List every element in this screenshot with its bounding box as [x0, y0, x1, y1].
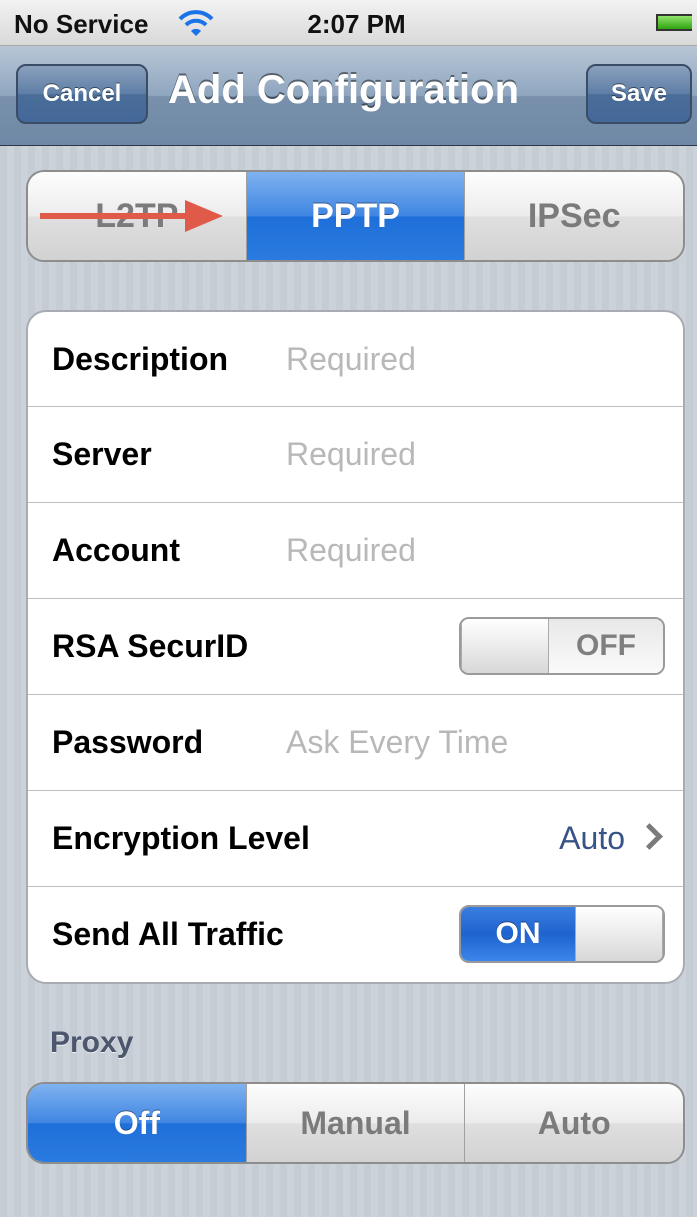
segment-proxy-off[interactable]: Off — [28, 1084, 246, 1162]
vpn-settings-table: Description Required Server Required Acc… — [26, 310, 685, 984]
description-field[interactable]: Required — [286, 312, 416, 406]
server-label: Server — [52, 436, 152, 472]
toggle-state-label: OFF — [549, 619, 663, 673]
save-button[interactable]: Save — [586, 64, 692, 124]
send-all-traffic-toggle[interactable]: ON — [459, 905, 665, 963]
navigation-bar: Cancel Add Configuration Save — [0, 46, 697, 146]
toggle-knob — [461, 619, 549, 673]
account-row[interactable]: Account Required — [28, 502, 683, 598]
rsa-securid-toggle[interactable]: OFF — [459, 617, 665, 675]
send-all-traffic-row: Send All Traffic ON — [28, 886, 683, 982]
segment-ipsec[interactable]: IPSec — [464, 172, 683, 260]
rsa-securid-label: RSA SecurID — [52, 628, 249, 664]
clock: 2:07 PM — [307, 9, 406, 39]
proxy-section-header: Proxy — [50, 1026, 134, 1059]
battery-icon — [656, 14, 692, 31]
account-field[interactable]: Required — [286, 503, 416, 597]
encryption-level-row[interactable]: Encryption Level Auto — [28, 790, 683, 886]
description-row[interactable]: Description Required — [28, 312, 683, 406]
toggle-knob — [575, 907, 663, 961]
password-label: Password — [52, 724, 204, 760]
send-all-traffic-label: Send All Traffic — [52, 916, 284, 952]
status-bar: No Service 2:07 PM — [0, 0, 697, 46]
server-field[interactable]: Required — [286, 407, 416, 501]
account-label: Account — [52, 532, 180, 568]
server-row[interactable]: Server Required — [28, 406, 683, 502]
segment-pptp[interactable]: PPTP — [245, 172, 465, 260]
segment-proxy-auto[interactable]: Auto — [464, 1084, 683, 1162]
segment-proxy-manual[interactable]: Manual — [245, 1084, 465, 1162]
chevron-right-icon — [636, 823, 663, 850]
rsa-securid-row: RSA SecurID OFF — [28, 598, 683, 694]
password-row[interactable]: Password Ask Every Time — [28, 694, 683, 790]
annotation-arrow-icon — [40, 200, 223, 232]
page-title: Add Configuration — [168, 68, 520, 112]
description-label: Description — [52, 341, 229, 377]
cancel-button[interactable]: Cancel — [16, 64, 148, 124]
toggle-state-label: ON — [461, 907, 575, 961]
screen: No Service 2:07 PM Cancel Add Configurat… — [0, 0, 697, 1217]
proxy-segmented-control: Off Manual Auto — [26, 1082, 685, 1164]
password-field[interactable]: Ask Every Time — [286, 695, 508, 789]
encryption-level-label: Encryption Level — [52, 820, 310, 856]
encryption-level-value: Auto — [559, 820, 625, 856]
